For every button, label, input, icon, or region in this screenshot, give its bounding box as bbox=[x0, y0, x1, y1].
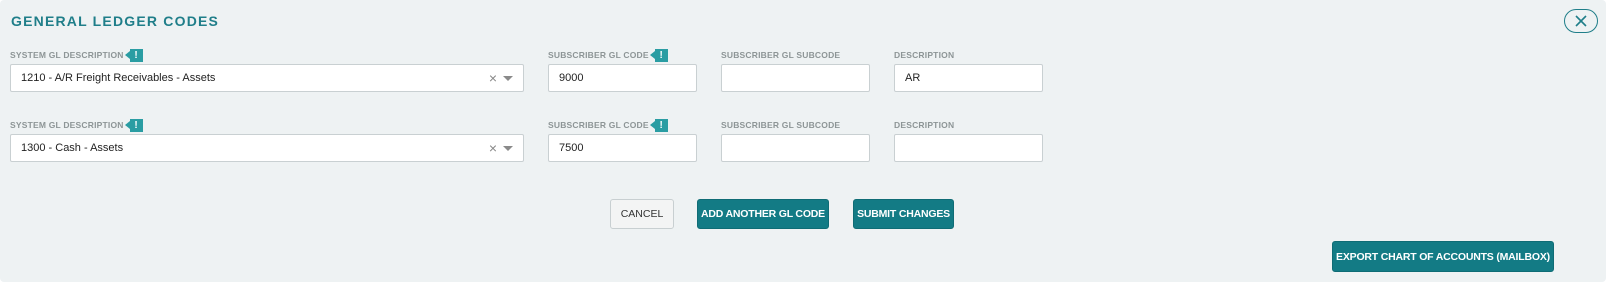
subscriber-gl-subcode-input[interactable] bbox=[732, 72, 869, 84]
subscriber-gl-subcode-label: SUBSCRIBER GL SUBCODE bbox=[721, 50, 841, 60]
subscriber-gl-code-label: SUBSCRIBER GL CODE ! bbox=[548, 48, 668, 62]
gl-codes-panel: GENERAL LEDGER CODES SYSTEM GL DESCRIPTI… bbox=[0, 0, 1606, 282]
page-title: GENERAL LEDGER CODES bbox=[11, 13, 220, 29]
export-chart-of-accounts-button[interactable]: EXPORT CHART OF ACCOUNTS (MAILBOX) bbox=[1332, 241, 1554, 272]
close-icon bbox=[1575, 15, 1587, 27]
description-label: DESCRIPTION bbox=[894, 120, 955, 130]
subscriber-gl-subcode-label: SUBSCRIBER GL SUBCODE bbox=[721, 120, 841, 130]
subscriber-gl-code-field[interactable] bbox=[548, 134, 697, 162]
subscriber-gl-subcode-field[interactable] bbox=[721, 64, 870, 92]
system-gl-description-label: SYSTEM GL DESCRIPTION ! bbox=[10, 118, 143, 132]
system-gl-description-select[interactable]: 1210 - A/R Freight Receivables - Assets … bbox=[10, 64, 524, 92]
subscriber-gl-code-input[interactable] bbox=[559, 142, 696, 154]
description-field[interactable] bbox=[894, 134, 1043, 162]
clear-icon[interactable]: × bbox=[489, 70, 497, 86]
subscriber-gl-code-field[interactable] bbox=[548, 64, 697, 92]
description-input[interactable] bbox=[905, 142, 1042, 154]
description-field[interactable] bbox=[894, 64, 1043, 92]
system-gl-description-value: 1210 - A/R Freight Receivables - Assets bbox=[21, 72, 216, 84]
system-gl-description-label: SYSTEM GL DESCRIPTION ! bbox=[10, 48, 143, 62]
add-another-gl-code-button[interactable]: ADD ANOTHER GL CODE bbox=[697, 199, 829, 229]
description-input[interactable] bbox=[905, 72, 1042, 84]
system-gl-description-value: 1300 - Cash - Assets bbox=[21, 142, 124, 154]
info-icon[interactable]: ! bbox=[124, 48, 143, 62]
chevron-down-icon[interactable] bbox=[503, 76, 513, 81]
subscriber-gl-subcode-field[interactable] bbox=[721, 134, 870, 162]
chevron-down-icon[interactable] bbox=[503, 146, 513, 151]
clear-icon[interactable]: × bbox=[489, 140, 497, 156]
system-gl-description-select[interactable]: 1300 - Cash - Assets × bbox=[10, 134, 524, 162]
subscriber-gl-code-label: SUBSCRIBER GL CODE ! bbox=[548, 118, 668, 132]
info-icon[interactable]: ! bbox=[649, 118, 668, 132]
info-icon[interactable]: ! bbox=[649, 48, 668, 62]
subscriber-gl-subcode-input[interactable] bbox=[732, 142, 869, 154]
subscriber-gl-code-input[interactable] bbox=[559, 72, 696, 84]
info-icon[interactable]: ! bbox=[124, 118, 143, 132]
close-button[interactable] bbox=[1564, 9, 1598, 33]
submit-changes-button[interactable]: SUBMIT CHANGES bbox=[853, 199, 954, 229]
description-label: DESCRIPTION bbox=[894, 50, 955, 60]
cancel-button[interactable]: CANCEL bbox=[610, 199, 674, 229]
